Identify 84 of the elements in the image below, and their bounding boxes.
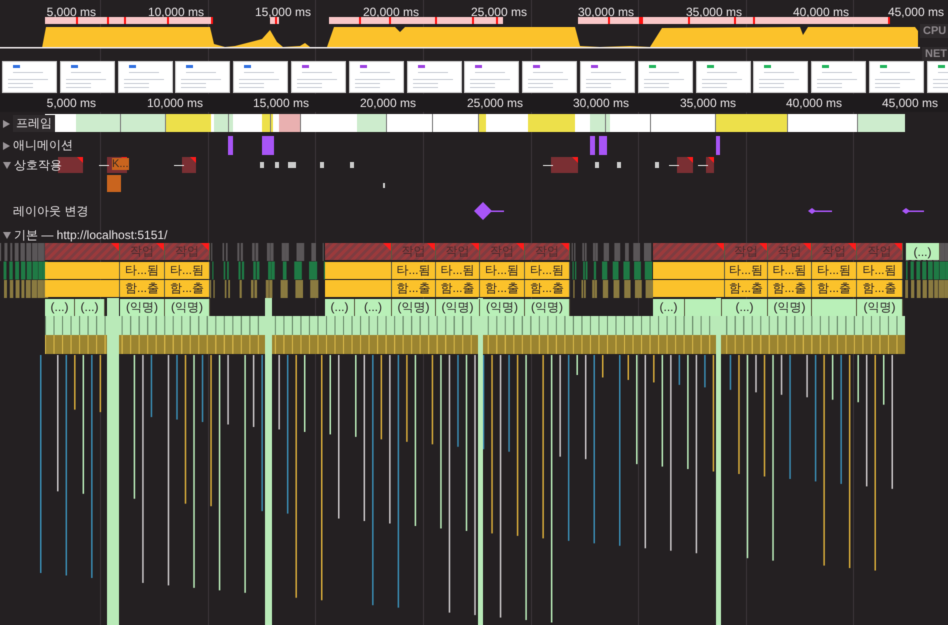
function-block[interactable] (685, 298, 722, 316)
function-block[interactable]: (...) (653, 298, 685, 316)
function-block[interactable]: 함...출 (725, 280, 768, 297)
task-block[interactable]: (...) (906, 243, 940, 260)
function-block[interactable] (325, 262, 392, 278)
track-label[interactable]: 레이아웃 변경 (13, 203, 88, 220)
screenshot-thumbnail (696, 61, 751, 93)
screenshot-thumbnail (869, 61, 924, 93)
function-block[interactable]: 타...됨 (120, 262, 165, 278)
screenshot-thumbnail (580, 61, 635, 93)
function-block[interactable]: 타...됨 (480, 262, 525, 278)
screenshot-thumbnail (175, 61, 230, 93)
function-block[interactable]: 타...됨 (725, 262, 768, 278)
function-block[interactable] (45, 262, 120, 278)
screenshot-thumbnail (233, 61, 288, 93)
time-tick-label: 35,000 ms (678, 96, 736, 110)
screenshot-thumbnail (753, 61, 808, 93)
screenshot-thumbnail (291, 61, 346, 93)
time-tick-label: 10,000 ms (146, 96, 203, 110)
function-block[interactable]: (익명) (436, 298, 480, 316)
function-block[interactable]: (익명) (525, 298, 570, 316)
time-tick-label: 45,000 ms (880, 96, 938, 110)
time-tick-label: 5,000 ms (46, 96, 96, 110)
function-block[interactable]: 함...출 (392, 280, 436, 297)
function-block[interactable]: (익명) (165, 298, 210, 316)
function-block[interactable]: (익명) (480, 298, 525, 316)
time-tick-label: 40,000 ms (784, 96, 842, 110)
function-block[interactable]: 타...됨 (857, 262, 903, 278)
expand-triangle-icon[interactable] (3, 142, 10, 150)
function-block[interactable]: 함...출 (480, 280, 525, 297)
function-block[interactable]: 함...출 (857, 280, 903, 297)
track-label[interactable]: 상호작용 (14, 157, 62, 174)
function-block[interactable]: (익명) (768, 298, 812, 316)
function-block[interactable] (653, 262, 725, 278)
track-label[interactable]: 기본 — http://localhost:5151/ (14, 227, 168, 244)
time-tick-label: 25,000 ms (470, 5, 527, 19)
function-block[interactable]: 함...출 (525, 280, 570, 297)
screenshot-thumbnail (60, 61, 115, 93)
screenshot-thumbnail (118, 61, 173, 93)
function-block[interactable]: 타...됨 (392, 262, 436, 278)
screenshot-thumbnail (406, 61, 462, 93)
screenshot-thumbnail (464, 61, 520, 93)
function-block[interactable]: (익명) (120, 298, 165, 316)
track-label[interactable]: 애니메이션 (13, 137, 73, 154)
screenshot-thumbnail (348, 61, 404, 93)
time-tick-label: 45,000 ms (886, 5, 944, 19)
function-block[interactable]: 함...출 (120, 280, 165, 297)
time-tick-label: 40,000 ms (792, 5, 849, 19)
function-block[interactable]: (익명) (857, 298, 903, 316)
function-block[interactable]: (...) (75, 298, 105, 316)
time-tick-label: 15,000 ms (254, 5, 311, 19)
function-block[interactable]: 타...됨 (436, 262, 480, 278)
function-block[interactable]: (...) (325, 298, 355, 316)
function-block[interactable]: 타...됨 (165, 262, 210, 278)
interaction-label: K... (112, 158, 129, 170)
time-tick-label: 15,000 ms (252, 96, 309, 110)
function-block[interactable]: 함...출 (768, 280, 812, 297)
screenshot-thumbnail (638, 61, 693, 93)
function-block[interactable]: 함...출 (436, 280, 480, 297)
function-block[interactable]: 타...됨 (768, 262, 812, 278)
function-block[interactable]: 타...됨 (525, 262, 570, 278)
function-block[interactable]: (익명) (392, 298, 436, 316)
function-block[interactable] (812, 298, 857, 316)
collapse-triangle-icon[interactable] (3, 162, 11, 169)
function-block[interactable]: (...) (722, 298, 768, 316)
time-tick-label: 35,000 ms (684, 5, 742, 19)
track-label[interactable]: 프레임 (13, 115, 55, 132)
time-tick-label: 30,000 ms (576, 5, 634, 19)
time-tick-label: 5,000 ms (46, 5, 96, 19)
net-label: NET (922, 47, 948, 61)
screenshot-thumbnail (2, 61, 57, 93)
time-tick-label: 20,000 ms (362, 5, 419, 19)
function-block[interactable]: 함...출 (812, 280, 857, 297)
time-tick-label: 30,000 ms (572, 96, 629, 110)
function-block[interactable]: (...) (355, 298, 392, 316)
screenshot-thumbnail (522, 61, 578, 93)
screenshot-thumbnail (811, 61, 866, 93)
function-block[interactable]: (...) (45, 298, 75, 316)
time-tick-label: 25,000 ms (466, 96, 523, 110)
function-block[interactable]: 타...됨 (812, 262, 857, 278)
function-block[interactable]: 함...출 (165, 280, 210, 297)
cpu-label: CPU (920, 24, 948, 38)
time-tick-label: 20,000 ms (358, 96, 416, 110)
time-tick-label: 10,000 ms (146, 5, 204, 19)
